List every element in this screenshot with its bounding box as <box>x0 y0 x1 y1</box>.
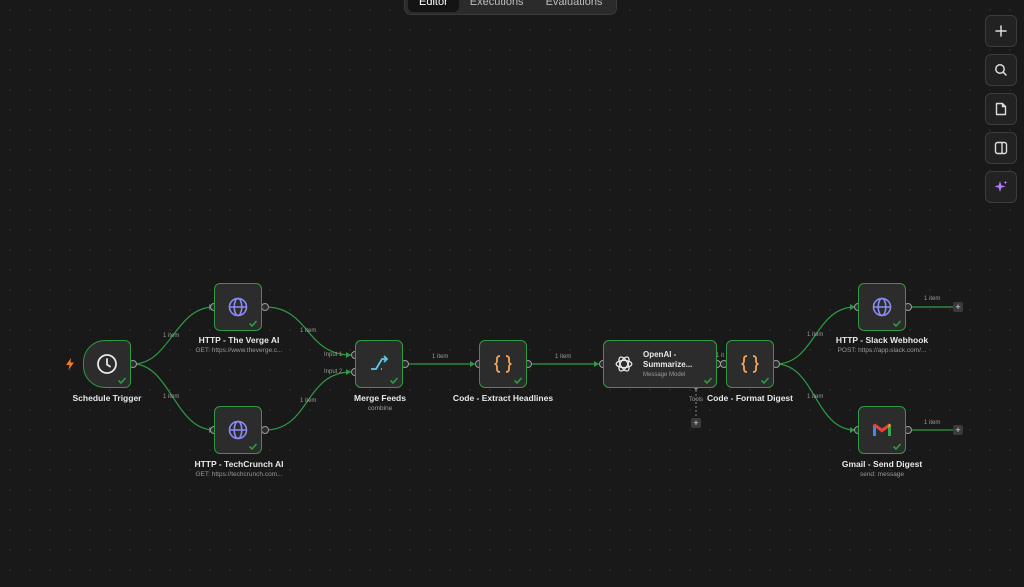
edge-item-label: 1 item <box>807 394 824 400</box>
input-2-label: Input 2 <box>324 369 343 375</box>
node-title: HTTP - Slack Webhook <box>835 335 929 345</box>
ai-sparkle-icon <box>994 180 1008 192</box>
add-tool-button[interactable]: + <box>691 418 701 428</box>
panel-icon <box>994 141 1008 155</box>
node-http-slack[interactable] <box>858 283 906 331</box>
node-subtitle: Message Model <box>643 372 686 378</box>
openai-icon <box>615 356 633 372</box>
gmail-icon <box>873 423 891 436</box>
node-title: OpenAI - Summarize... <box>643 350 693 369</box>
edge-item-label: 1 item <box>163 333 180 339</box>
edge-item-label: 1 item <box>300 398 317 404</box>
success-check-icon <box>248 443 258 451</box>
node-title: Code - Extract Headlines <box>452 393 554 403</box>
success-check-icon <box>703 377 713 385</box>
ai-assistant-button[interactable] <box>985 171 1017 203</box>
node-title: HTTP - The Verge AI <box>198 335 280 345</box>
node-title: Schedule Trigger <box>72 393 142 403</box>
code-braces-icon <box>741 355 759 373</box>
edge-item-label: 1 item <box>555 354 572 360</box>
success-check-icon <box>117 377 127 385</box>
add-node-after-gmail-button[interactable]: + <box>953 425 963 435</box>
node-title: Merge Feeds <box>354 393 406 403</box>
tab-evaluations[interactable]: Evaluations <box>535 0 614 12</box>
node-code-extract[interactable] <box>479 340 527 388</box>
edge-item-label: 1 item <box>300 328 317 334</box>
success-check-icon <box>892 443 902 451</box>
add-node-button[interactable] <box>985 15 1017 47</box>
success-check-icon <box>892 320 902 328</box>
clock-icon <box>97 354 117 374</box>
code-braces-icon <box>494 355 512 373</box>
canvas-toolbar <box>985 15 1017 210</box>
node-schedule-trigger[interactable] <box>83 340 131 388</box>
node-subtitle: combine <box>367 405 393 412</box>
edge-item-label: 1 item <box>924 420 941 426</box>
search-nodes-button[interactable] <box>985 54 1017 86</box>
globe-icon <box>872 297 892 317</box>
node-http-techcrunch[interactable] <box>214 406 262 454</box>
trigger-bolt-icon <box>66 358 74 370</box>
tab-editor[interactable]: Editor <box>408 0 459 12</box>
success-check-icon <box>760 377 770 385</box>
node-subtitle: POST: https://app.slack.com/... <box>837 347 927 354</box>
add-node-after-slack-button[interactable]: + <box>953 302 963 312</box>
node-code-format[interactable] <box>726 340 774 388</box>
node-merge-feeds[interactable] <box>355 340 403 388</box>
merge-icon <box>371 355 389 370</box>
success-check-icon <box>389 377 399 385</box>
node-subtitle: send: message <box>859 471 905 478</box>
node-title: Gmail - Send Digest <box>841 459 923 469</box>
toggle-panel-button[interactable] <box>985 132 1017 164</box>
node-subtitle: GET: https://techcrunch.com... <box>195 471 283 478</box>
search-icon <box>995 64 1007 76</box>
globe-icon <box>228 297 248 317</box>
node-http-verge[interactable] <box>214 283 262 331</box>
edge-item-label-partial: 1 it <box>716 353 725 359</box>
node-subtitle: GET: https://www.theverge.c... <box>195 347 283 354</box>
success-check-icon <box>513 377 523 385</box>
tab-executions[interactable]: Executions <box>459 0 535 12</box>
sticky-note-icon <box>995 102 1007 116</box>
edge-item-label: 1 item <box>432 354 449 360</box>
input-1-label: Input 1 <box>324 352 343 358</box>
plus-icon <box>995 25 1007 37</box>
tools-label: Tools <box>689 397 704 403</box>
node-openai-summarize[interactable]: OpenAI - Summarize... Message Model <box>603 340 717 388</box>
add-sticky-note-button[interactable] <box>985 93 1017 125</box>
node-title: Code - Format Digest <box>707 393 793 403</box>
edge-item-label: 1 item <box>924 296 941 302</box>
success-check-icon <box>248 320 258 328</box>
edge-item-label: 1 item <box>163 394 180 400</box>
node-gmail-send[interactable] <box>858 406 906 454</box>
globe-icon <box>228 420 248 440</box>
edge-item-label: 1 item <box>807 332 824 338</box>
view-tabs: Editor Executions Evaluations <box>404 0 618 15</box>
node-title: HTTP - TechCrunch AI <box>194 459 284 469</box>
